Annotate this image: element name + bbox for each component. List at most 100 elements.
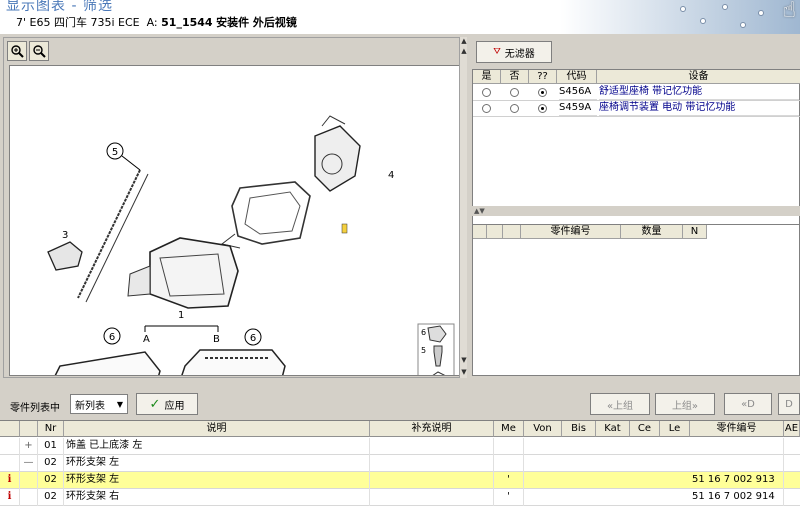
group-name: 安装件 外后视镜 (216, 16, 297, 29)
info-marker[interactable]: i (0, 472, 20, 489)
next-group-button[interactable]: 上组» (655, 393, 715, 415)
table-row[interactable]: + 01 饰盖 已上底漆 左 (0, 438, 800, 455)
col-yes[interactable]: 是 (473, 70, 501, 84)
breadcrumb: 7' E65 四门车 735i ECE A: 51_1544 安装件 外后视镜 (16, 14, 297, 30)
apply-button[interactable]: ✓ 应用 (136, 393, 198, 415)
callout-6-right-label: 6 (250, 333, 256, 344)
radio-unknown[interactable] (538, 88, 547, 97)
hotspot-marker[interactable] (341, 223, 348, 234)
table-row[interactable]: i 02 环形支架 右 ' 51 16 7 002 914 (0, 489, 800, 506)
col-le[interactable]: Le (660, 421, 690, 437)
radio-yes[interactable] (482, 88, 491, 97)
col-kat[interactable]: Kat (596, 421, 630, 437)
row-me (494, 455, 524, 472)
radio-no[interactable] (510, 88, 519, 97)
group-prefix: A: (146, 16, 158, 29)
row-nr: 02 (38, 489, 64, 506)
list-mode-select[interactable]: 新列表 ▼ (70, 394, 128, 414)
info-marker[interactable] (0, 455, 20, 472)
row-me (494, 438, 524, 455)
row-extra (370, 455, 494, 472)
mirror-exploded-view: 5 4 3 1 A B 6 6 6 5 (47, 115, 455, 375)
col-no[interactable]: 否 (501, 70, 529, 84)
zoom-in-button[interactable] (7, 41, 27, 61)
col-equipment[interactable]: 设备 (597, 70, 800, 84)
app-header: 显示图表 - 筛选 7' E65 四门车 735i ECE A: 51_1544… (0, 0, 800, 34)
checkmark-icon: ✓ (149, 396, 161, 412)
prev-group-button[interactable]: «上组 (590, 393, 650, 415)
diagram-vertical-scrollbar[interactable]: ▲ ▲ ▼ ▼ (459, 37, 467, 378)
no-filter-label: 无滤器 (504, 48, 535, 60)
info-marker[interactable]: i (0, 489, 20, 506)
part-number-table: 零件编号 数量 N (472, 224, 800, 376)
row-nr: 02 (38, 472, 64, 489)
prev-d-button[interactable]: «D (724, 393, 772, 415)
pn-col-2[interactable] (503, 225, 521, 239)
row-description: 环形支架 右 (64, 489, 370, 506)
col-ae[interactable]: AE (784, 421, 800, 437)
scroll-up-icon[interactable]: ▲ (460, 37, 468, 47)
expand-toggle[interactable]: — (20, 455, 38, 472)
window-title: 显示图表 - 筛选 (6, 0, 113, 14)
col-ce[interactable]: Ce (630, 421, 660, 437)
parts-diagram[interactable]: 5 4 3 1 A B 6 6 6 5 (9, 65, 460, 376)
row-part-number: 51 16 7 002 913 (690, 472, 784, 489)
row-nr: 01 (38, 438, 64, 455)
expand-toggle[interactable] (20, 489, 38, 506)
apply-label: 应用 (164, 400, 185, 412)
row-nr: 02 (38, 455, 64, 472)
table-row-selected[interactable]: i 02 环形支架 左 ' 51 16 7 002 913 (0, 472, 800, 489)
col-von[interactable]: Von (524, 421, 562, 437)
condition-code: S456A (559, 85, 597, 100)
row-extra (370, 472, 494, 489)
info-marker[interactable] (0, 438, 20, 455)
zoom-out-button[interactable] (29, 41, 49, 61)
scroll-down-icon-2[interactable]: ▼ (460, 368, 468, 378)
expand-toggle[interactable] (20, 472, 38, 489)
col-description[interactable]: 说明 (64, 421, 370, 437)
table-row[interactable]: — 02 环形支架 左 (0, 455, 800, 472)
callout-3-label: 3 (62, 230, 68, 241)
condition-row[interactable]: S456A 舒适型座椅 带记忆功能 (473, 85, 800, 101)
vehicle-label: 7' E65 四门车 735i ECE (16, 16, 140, 29)
scroll-up-icon-2[interactable]: ▲ (460, 47, 468, 57)
panel-splitter[interactable]: ▲▼ (470, 206, 800, 216)
expand-toggle[interactable]: + (20, 438, 38, 455)
dropdown-arrow-icon: ▼ (116, 399, 123, 409)
condition-row[interactable]: S459A 座椅调节装置 电动 带记忆功能 (473, 101, 800, 117)
group-code: 51_1544 (161, 16, 213, 29)
collapse-arrows-icon[interactable]: ▲▼ (474, 207, 485, 215)
pn-col-n[interactable]: N (683, 225, 707, 239)
col-unknown[interactable]: ?? (529, 70, 557, 84)
pn-col-1[interactable] (487, 225, 503, 239)
col-me[interactable]: Me (494, 421, 524, 437)
radio-no[interactable] (510, 104, 519, 113)
filter-icon: ⛛ (493, 47, 501, 57)
magnifier-minus-icon (33, 45, 46, 58)
pn-col-qty[interactable]: 数量 (621, 225, 683, 239)
callout-1-label: 1 (178, 310, 184, 321)
list-mode-value: 新列表 (75, 400, 105, 412)
decorative-water-drops (670, 0, 770, 34)
pn-col-0[interactable] (473, 225, 487, 239)
radio-unknown[interactable] (538, 104, 547, 113)
scroll-down-icon[interactable]: ▼ (460, 356, 468, 366)
col-part-number[interactable]: 零件编号 (690, 421, 784, 437)
col-marker[interactable] (0, 421, 20, 437)
col-bis[interactable]: Bis (562, 421, 596, 437)
hand-cursor-icon: ☝ (782, 0, 796, 23)
radio-yes[interactable] (482, 104, 491, 113)
col-code[interactable]: 代码 (557, 70, 597, 84)
col-extra-description[interactable]: 补充说明 (370, 421, 494, 437)
pn-col-partno[interactable]: 零件编号 (521, 225, 621, 239)
row-me: ' (494, 489, 524, 506)
col-nr[interactable]: Nr (38, 421, 64, 437)
col-toggle[interactable] (20, 421, 38, 437)
condition-equipment: 座椅调节装置 电动 带记忆功能 (599, 101, 799, 116)
callout-4-label: 4 (388, 170, 394, 181)
callout-5-label: 5 (112, 147, 118, 158)
no-filter-button[interactable]: ⛛ 无滤器 (476, 41, 552, 63)
next-d-button[interactable]: D (778, 393, 800, 415)
prev-d-label: «D (741, 398, 755, 410)
legend-5-label: 5 (421, 346, 426, 355)
